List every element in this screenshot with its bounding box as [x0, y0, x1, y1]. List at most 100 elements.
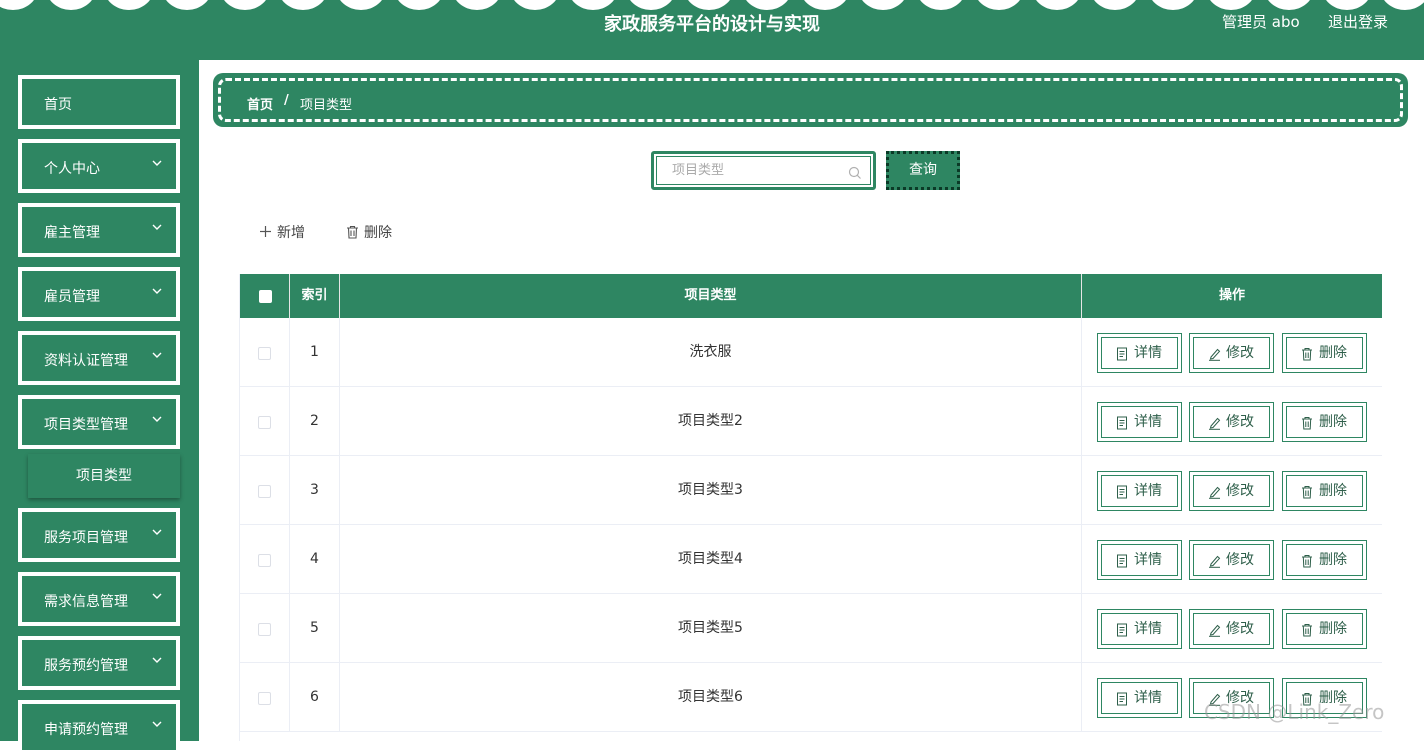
edit-button[interactable]: 修改 [1189, 471, 1274, 511]
header-scallop-decoration [568, 0, 618, 10]
sidebar-item-apply-booking-management[interactable]: 申请预约管理 [18, 700, 180, 754]
sidebar-item-demand-info-management[interactable]: 需求信息管理 [18, 572, 180, 626]
chevron-down-icon [152, 721, 162, 727]
edit-button-label: 修改 [1226, 414, 1254, 430]
delete-button[interactable]: 删除 [1282, 609, 1367, 649]
detail-button-label: 详情 [1134, 690, 1162, 706]
document-icon [1117, 347, 1127, 361]
header-scallop-decoration [278, 0, 328, 10]
detail-button[interactable]: 详情 [1097, 678, 1182, 718]
add-button[interactable]: 新增 [259, 222, 319, 242]
sidebar-subitem-project-type[interactable]: 项目类型 [28, 454, 180, 498]
document-icon [1117, 416, 1127, 430]
header-scallop-decoration [916, 0, 966, 10]
edit-button[interactable]: 修改 [1189, 609, 1274, 649]
edit-icon [1209, 555, 1221, 568]
detail-button-label: 详情 [1134, 483, 1162, 499]
row-select-cell [240, 525, 290, 594]
breadcrumb-home-link[interactable]: 首页 [247, 94, 273, 113]
watermark: CSDN @Link_Zero [1204, 700, 1385, 724]
edit-button-label: 修改 [1226, 621, 1254, 637]
row-select-cell [240, 387, 290, 456]
detail-button-label: 详情 [1134, 552, 1162, 568]
detail-button[interactable]: 详情 [1097, 540, 1182, 580]
sidebar-item-personal-center[interactable]: 个人中心 [18, 139, 180, 193]
sidebar-item-label: 需求信息管理 [44, 594, 128, 610]
row-checkbox[interactable] [258, 347, 271, 360]
row-select-cell [240, 456, 290, 525]
delete-button[interactable]: 删除 [1282, 333, 1367, 373]
search-box [651, 151, 876, 190]
search-input[interactable] [657, 157, 870, 184]
header-scallop-decoration [0, 0, 38, 10]
detail-button[interactable]: 详情 [1097, 333, 1182, 373]
header-scallop-decoration [220, 0, 270, 10]
header-scallop-decoration [1148, 0, 1198, 10]
delete-button[interactable]: 删除 [1282, 402, 1367, 442]
sidebar-item-service-project-management[interactable]: 服务项目管理 [18, 508, 180, 562]
edit-button[interactable]: 修改 [1189, 540, 1274, 580]
sidebar-item-certification-management[interactable]: 资料认证管理 [18, 331, 180, 385]
chevron-up-icon [152, 416, 162, 422]
sidebar-item-employer-management[interactable]: 雇主管理 [18, 203, 180, 257]
app-title: 家政服务平台的设计与实现 [604, 14, 820, 35]
add-button-label: 新增 [277, 225, 305, 241]
sidebar-item-label: 服务预约管理 [44, 658, 128, 674]
batch-delete-button[interactable]: 删除 [346, 222, 406, 242]
delete-button-label: 删除 [1319, 414, 1347, 430]
row-checkbox[interactable] [258, 554, 271, 567]
delete-button-label: 删除 [1319, 552, 1347, 568]
document-icon [1117, 623, 1127, 637]
document-icon [1117, 554, 1127, 568]
query-button[interactable]: 查询 [886, 151, 960, 190]
header-scallop-decoration [626, 0, 676, 10]
detail-button[interactable]: 详情 [1097, 609, 1182, 649]
row-checkbox[interactable] [258, 623, 271, 636]
sidebar-item-home[interactable]: 首页 [18, 75, 180, 129]
header-actions: 操作 [1082, 274, 1382, 318]
row-select-cell [240, 318, 290, 387]
edit-button-label: 修改 [1226, 345, 1254, 361]
row-checkbox[interactable] [258, 416, 271, 429]
trash-icon [1302, 555, 1312, 568]
sidebar-item-service-booking-management[interactable]: 服务预约管理 [18, 636, 180, 690]
trash-icon [1302, 486, 1312, 499]
row-project-type: 洗衣服 [340, 318, 1082, 387]
detail-button-label: 详情 [1134, 414, 1162, 430]
chevron-down-icon [152, 288, 162, 294]
sidebar-item-project-type-management[interactable]: 项目类型管理 [18, 395, 180, 449]
delete-button[interactable]: 删除 [1282, 540, 1367, 580]
detail-button[interactable]: 详情 [1097, 471, 1182, 511]
row-index: 1 [290, 318, 340, 387]
edit-button[interactable]: 修改 [1189, 402, 1274, 442]
delete-button-label: 删除 [1319, 483, 1347, 499]
plus-icon [260, 226, 271, 237]
breadcrumb-dashed-border: 首页 / 项目类型 [218, 78, 1403, 122]
select-all-checkbox[interactable] [259, 290, 272, 303]
top-header: 家政服务平台的设计与实现 管理员 abo 退出登录 [0, 0, 1424, 60]
header-index: 索引 [290, 274, 340, 318]
edit-button[interactable]: 修改 [1189, 333, 1274, 373]
edit-icon [1209, 624, 1221, 637]
search-icon [848, 166, 861, 179]
sidebar-item-label: 资料认证管理 [44, 353, 128, 369]
sidebar-item-employee-management[interactable]: 雇员管理 [18, 267, 180, 321]
trash-icon [1302, 417, 1312, 430]
breadcrumb-current: 项目类型 [300, 98, 353, 113]
row-checkbox[interactable] [258, 692, 271, 705]
header-scallop-decoration [336, 0, 386, 10]
header-scallop-decoration [1206, 0, 1256, 10]
row-select-cell [240, 594, 290, 663]
logout-link[interactable]: 退出登录 [1328, 11, 1388, 32]
delete-button[interactable]: 删除 [1282, 471, 1367, 511]
chevron-down-icon [152, 224, 162, 230]
search-box-inner [656, 156, 871, 185]
row-select-cell [240, 663, 290, 732]
detail-button[interactable]: 详情 [1097, 402, 1182, 442]
row-actions-cell: 详情 修改 删除 [1082, 318, 1382, 387]
header-select-cell [240, 274, 290, 318]
header-scallop-decoration [800, 0, 850, 10]
row-checkbox[interactable] [258, 485, 271, 498]
header-project-type: 项目类型 [340, 274, 1082, 318]
header-scallop-decoration [858, 0, 908, 10]
